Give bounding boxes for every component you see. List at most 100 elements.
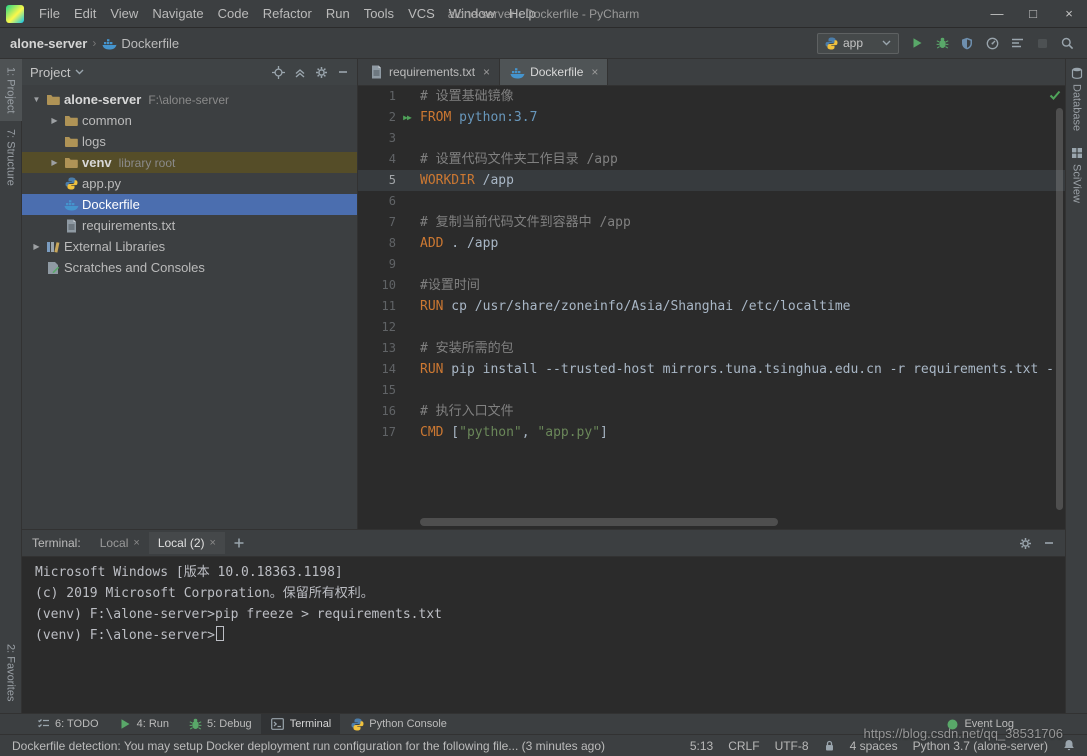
editor-line[interactable]: 5WORKDIR /app: [358, 170, 1065, 191]
line-separator[interactable]: CRLF: [728, 739, 759, 753]
tree-item-common[interactable]: ▶common: [22, 110, 357, 131]
interpreter-info[interactable]: Python 3.7 (alone-server): [913, 739, 1048, 753]
menu-item-navigate[interactable]: Navigate: [145, 1, 210, 26]
editor-line[interactable]: 2▶▶FROM python:3.7: [358, 107, 1065, 128]
collapse-all-icon[interactable]: [294, 66, 306, 78]
status-message[interactable]: Dockerfile detection: You may setup Dock…: [12, 739, 675, 753]
tool-window-button-event-log[interactable]: Event Log: [935, 714, 1023, 734]
close-button[interactable]: ×: [1051, 0, 1087, 27]
tree-item-requirements-txt[interactable]: requirements.txt: [22, 215, 357, 236]
indent-info[interactable]: 4 spaces: [850, 739, 898, 753]
editor-line[interactable]: 4# 设置代码文件夹工作目录 /app: [358, 149, 1065, 170]
code-token: # 复制当前代码文件到容器中 /app: [420, 215, 631, 230]
tool-button-label: 7: Structure: [5, 129, 17, 186]
concurrency-button[interactable]: [1009, 37, 1025, 49]
run-button[interactable]: [909, 37, 925, 49]
tool-window-button-4-run[interactable]: 4: Run: [108, 714, 178, 734]
gutter-spacer: [396, 170, 418, 191]
menu-item-tools[interactable]: Tools: [357, 1, 401, 26]
chevron-right-icon[interactable]: ▶: [28, 242, 45, 251]
editor-line[interactable]: 6: [358, 191, 1065, 212]
breadcrumb-item-dockerfile[interactable]: Dockerfile: [101, 36, 179, 51]
terminal-settings-gear-icon[interactable]: [1019, 537, 1032, 550]
locate-file-icon[interactable]: [272, 66, 285, 79]
editor-tab-requirements-txt[interactable]: requirements.txt×: [359, 59, 500, 85]
file-encoding[interactable]: UTF-8: [775, 739, 809, 753]
breadcrumb-item-alone-server[interactable]: alone-server: [10, 36, 87, 51]
project-panel-title[interactable]: Project: [30, 65, 70, 80]
debug-button[interactable]: [934, 37, 950, 49]
run-config-selector[interactable]: app: [817, 33, 899, 54]
menu-item-run[interactable]: Run: [319, 1, 357, 26]
menu-item-vcs[interactable]: VCS: [401, 1, 442, 26]
editor-line[interactable]: 12: [358, 317, 1065, 338]
editor-line[interactable]: 9: [358, 254, 1065, 275]
cursor-position[interactable]: 5:13: [690, 739, 713, 753]
chevron-down-icon[interactable]: ▼: [28, 95, 45, 104]
tree-item-alone-server[interactable]: ▼alone-serverF:\alone-server: [22, 89, 357, 110]
new-terminal-tab-button[interactable]: [225, 537, 253, 549]
terminal-tab-local[interactable]: Local×: [91, 532, 149, 554]
gutter-spacer: [396, 191, 418, 212]
tool-button-sciview[interactable]: SciView: [1066, 139, 1087, 211]
editor-vertical-scrollbar[interactable]: [1056, 108, 1063, 510]
tree-item-external-libraries[interactable]: ▶External Libraries: [22, 236, 357, 257]
menu-item-file[interactable]: File: [32, 1, 67, 26]
terminal-tab-local-2[interactable]: Local (2)×: [149, 532, 225, 554]
editor-line[interactable]: 10#设置时间: [358, 275, 1065, 296]
terminal-output[interactable]: Microsoft Windows [版本 10.0.18363.1198](c…: [22, 557, 1065, 713]
editor-body[interactable]: 1# 设置基础镜像2▶▶FROM python:3.734# 设置代码文件夹工作…: [358, 86, 1065, 529]
tab-close-icon[interactable]: ×: [483, 65, 490, 79]
chevron-right-icon[interactable]: ▶: [46, 158, 63, 167]
editor-horizontal-scrollbar[interactable]: [420, 518, 778, 526]
tool-window-button-terminal[interactable]: Terminal: [261, 714, 341, 734]
search-button[interactable]: [1059, 37, 1075, 50]
editor-line[interactable]: 7# 复制当前代码文件到容器中 /app: [358, 212, 1065, 233]
line-number: 16: [358, 401, 396, 422]
editor-line[interactable]: 11RUN cp /usr/share/zoneinfo/Asia/Shangh…: [358, 296, 1065, 317]
tool-window-button-5-debug[interactable]: 5: Debug: [178, 714, 261, 734]
menu-item-code[interactable]: Code: [211, 1, 256, 26]
hide-panel-icon[interactable]: [337, 66, 349, 78]
tool-window-button-6-todo[interactable]: 6: TODO: [26, 714, 108, 734]
editor-tab-dockerfile[interactable]: Dockerfile×: [500, 59, 608, 85]
chevron-right-icon[interactable]: ▶: [46, 116, 63, 125]
editor-line[interactable]: 8ADD . /app: [358, 233, 1065, 254]
tool-button-7-structure[interactable]: 7: Structure: [0, 121, 22, 194]
editor-line[interactable]: 3: [358, 128, 1065, 149]
minimize-button[interactable]: —: [979, 0, 1015, 27]
tool-button-2-favorites[interactable]: 2: Favorites: [0, 636, 22, 709]
tab-close-icon[interactable]: ×: [133, 537, 139, 549]
tree-item-dockerfile[interactable]: Dockerfile: [22, 194, 357, 215]
profiler-button[interactable]: [984, 37, 1000, 50]
tree-item-scratches-and-consoles[interactable]: Scratches and Consoles: [22, 257, 357, 278]
terminal-hide-icon[interactable]: [1043, 537, 1055, 549]
tree-item-app-py[interactable]: app.py: [22, 173, 357, 194]
menu-item-edit[interactable]: Edit: [67, 1, 103, 26]
editor-line[interactable]: 16# 执行入口文件: [358, 401, 1065, 422]
editor-line[interactable]: 1# 设置基础镜像: [358, 86, 1065, 107]
tool-button-1-project[interactable]: 1: Project: [0, 59, 22, 121]
run-gutter-icon[interactable]: ▶▶: [396, 107, 418, 128]
editor-line[interactable]: 13# 安装所需的包: [358, 338, 1065, 359]
maximize-button[interactable]: □: [1015, 0, 1051, 27]
editor-line[interactable]: 17CMD ["python", "app.py"]: [358, 422, 1065, 443]
tool-window-button-python-console[interactable]: Python Console: [340, 714, 456, 734]
notifications-bell-icon[interactable]: [1063, 739, 1075, 752]
tab-close-icon[interactable]: ×: [591, 65, 598, 79]
coverage-button[interactable]: [959, 37, 975, 50]
editor-line[interactable]: 15: [358, 380, 1065, 401]
tool-button-database[interactable]: Database: [1066, 59, 1087, 139]
menu-item-refactor[interactable]: Refactor: [256, 1, 319, 26]
text-file-icon: [368, 65, 384, 79]
readonly-lock-icon[interactable]: [824, 740, 835, 752]
line-number: 13: [358, 338, 396, 359]
menu-item-view[interactable]: View: [103, 1, 145, 26]
settings-gear-icon[interactable]: [315, 66, 328, 79]
terminal-cursor[interactable]: [216, 626, 224, 641]
tab-close-icon[interactable]: ×: [210, 537, 216, 549]
tree-item-venv[interactable]: ▶venvlibrary root: [22, 152, 357, 173]
tree-item-logs[interactable]: logs: [22, 131, 357, 152]
chevron-down-icon[interactable]: [75, 69, 84, 75]
editor-line[interactable]: 14RUN pip install --trusted-host mirrors…: [358, 359, 1065, 380]
